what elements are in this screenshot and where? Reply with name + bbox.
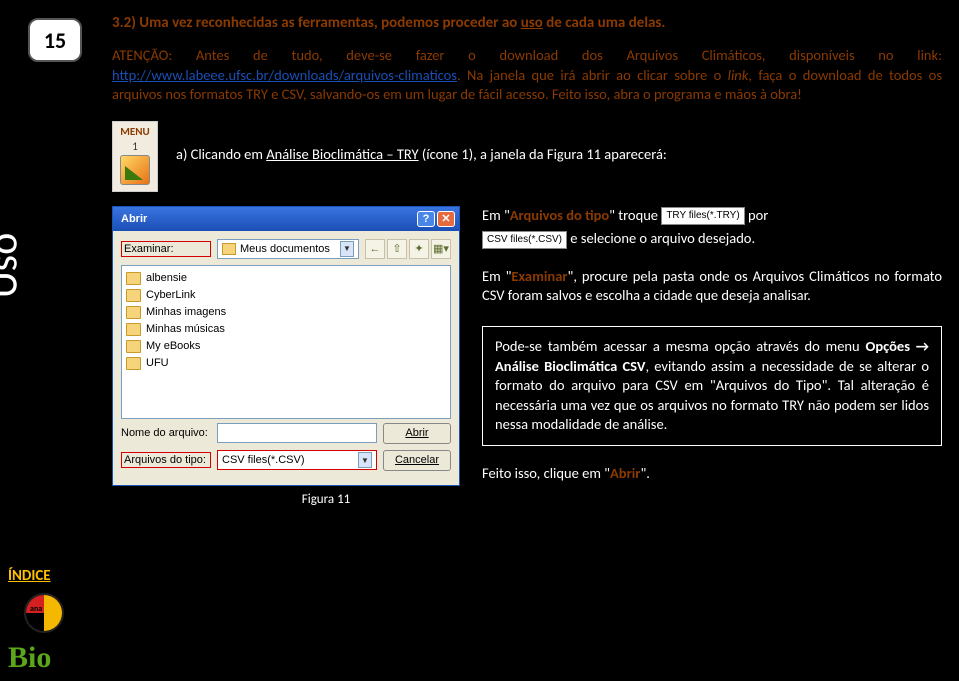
download-link[interactable]: http://www.labeee.ufsc.br/downloads/arqu…	[112, 66, 457, 84]
combo-arrow-icon[interactable]: ▼	[358, 452, 372, 468]
list-item[interactable]: UFU	[126, 355, 446, 372]
menu-text-pre: a) Clicando em	[176, 145, 266, 163]
folder-icon	[126, 272, 141, 285]
t: ".	[640, 464, 649, 482]
analysis-icon	[120, 155, 150, 185]
indice-link[interactable]: ÍNDICE	[8, 567, 51, 585]
open-file-dialog: Abrir ? ✕ Examinar: Meus documentos ▼	[112, 206, 460, 486]
t: " troque	[609, 206, 658, 224]
examinar-combo[interactable]: Meus documentos ▼	[217, 239, 359, 259]
file-name: CyberLink	[146, 289, 196, 301]
intro-t2: . Na janela que irá abrir ao clicar sobr…	[457, 66, 728, 84]
figure-caption: Figura 11	[192, 492, 460, 507]
intro-italic: link	[728, 66, 749, 84]
arquivos-do-tipo-label: Arquivos do tipo	[510, 206, 609, 224]
svg-text:ana: ana	[30, 604, 42, 614]
csv-pill: CSV files(*.CSV)	[482, 231, 567, 249]
file-name: Minhas imagens	[146, 306, 226, 318]
abrir-button[interactable]: Abrir	[383, 423, 451, 444]
bio-analysis-logo: ana ysis Bio	[6, 593, 66, 675]
t: Pode-se também acessar a mesma opção atr…	[495, 337, 866, 355]
file-name: albensie	[146, 272, 187, 284]
folder-icon	[126, 357, 141, 370]
list-item[interactable]: Minhas imagens	[126, 304, 446, 321]
folder-icon	[126, 306, 141, 319]
file-name: My eBooks	[146, 340, 200, 352]
menu-label: MENU	[113, 125, 157, 138]
filename-input[interactable]	[217, 423, 377, 443]
try-pill: TRY files(*.TRY)	[661, 207, 744, 225]
menu-text-u: Análise Bioclimática – TRY	[266, 145, 418, 163]
main-content: 3.2) Uma vez reconhecidas as ferramentas…	[112, 14, 942, 507]
dialog-body: Examinar: Meus documentos ▼ ← ⇧ ✦ ▦▾	[113, 231, 459, 485]
list-item[interactable]: albensie	[126, 270, 446, 287]
right-column: Em "Arquivos do tipo" troque TRY files(*…	[482, 206, 942, 507]
svg-text:ysis: ysis	[28, 615, 42, 626]
list-item[interactable]: Minhas músicas	[126, 321, 446, 338]
t: Feito isso, clique em "	[482, 464, 610, 482]
info-box: Pode-se também acessar a mesma opção atr…	[482, 326, 942, 446]
examinar-label: Examinar:	[121, 241, 211, 257]
section-heading: 3.2) Uma vez reconhecidas as ferramentas…	[112, 14, 942, 32]
menu-text-post: (ícone 1), a janela da Figura 11 aparece…	[419, 145, 667, 163]
intro-t1: ATENÇÃO: Antes de tudo, deve-se fazer o …	[112, 46, 942, 64]
file-name: UFU	[146, 357, 169, 369]
filetype-value: CSV files(*.CSV)	[222, 454, 354, 466]
arquivos-tipo-instruction: Em "Arquivos do tipo" troque TRY files(*…	[482, 206, 942, 226]
folder-icon	[126, 289, 141, 302]
dialog-column: Abrir ? ✕ Examinar: Meus documentos ▼	[112, 206, 460, 507]
heading-suffix: de cada uma delas.	[543, 14, 666, 32]
section-label-uso: Uso	[0, 233, 28, 299]
list-item[interactable]: My eBooks	[126, 338, 446, 355]
nome-label: Nome do arquivo:	[121, 427, 211, 439]
up-icon[interactable]: ⇧	[387, 239, 407, 259]
t: Em "	[482, 206, 510, 224]
page-number: 15	[28, 18, 82, 62]
sidebar: 15 Uso ÍNDICE ana ysis Bio	[0, 0, 100, 681]
back-icon[interactable]: ←	[365, 239, 385, 259]
tipo-label: Arquivos do tipo:	[121, 452, 211, 468]
final-instruction: Feito isso, clique em "Abrir".	[482, 464, 942, 484]
dialog-help-button[interactable]: ?	[417, 211, 435, 227]
abrir-highlight: Abrir	[610, 464, 640, 482]
menu-icon-block: MENU 1	[112, 121, 158, 192]
heading-underlined: uso	[521, 14, 543, 32]
dialog-titlebar: Abrir ? ✕	[113, 207, 459, 231]
menu-instruction: a) Clicando em Análise Bioclimática – TR…	[176, 121, 667, 163]
menu-row: MENU 1 a) Clicando em Análise Bioclimáti…	[112, 121, 942, 192]
menu-number: 1	[113, 140, 157, 153]
file-name: Minhas músicas	[146, 323, 225, 335]
folder-icon	[222, 243, 236, 255]
arquivos-tipo-instruction-2: CSV files(*.CSV) e selecione o arquivo d…	[482, 229, 942, 249]
intro-paragraph: ATENÇÃO: Antes de tudo, deve-se fazer o …	[112, 46, 942, 105]
list-item[interactable]: CyberLink	[126, 287, 446, 304]
new-folder-icon[interactable]: ✦	[409, 239, 429, 259]
folder-icon	[126, 340, 141, 353]
heading-prefix: 3.2) Uma vez reconhecidas as ferramentas…	[112, 14, 521, 32]
examinar-instruction: Em "Examinar", procure pela pasta onde o…	[482, 267, 942, 306]
folder-icon	[126, 323, 141, 336]
combo-arrow-icon[interactable]: ▼	[340, 241, 354, 257]
examinar-label-text: Examinar	[511, 267, 567, 285]
examinar-value: Meus documentos	[240, 243, 336, 255]
svg-text:Bio: Bio	[8, 641, 51, 674]
lower-columns: Abrir ? ✕ Examinar: Meus documentos ▼	[112, 206, 942, 507]
file-list[interactable]: albensie CyberLink Minhas imagens Minhas…	[121, 265, 451, 419]
t: Em "	[482, 267, 511, 285]
dialog-title-text: Abrir	[121, 213, 147, 225]
dialog-toolbar: ← ⇧ ✦ ▦▾	[365, 239, 451, 259]
dialog-close-button[interactable]: ✕	[437, 211, 455, 227]
filetype-combo[interactable]: CSV files(*.CSV) ▼	[217, 450, 377, 470]
t: e selecione o arquivo desejado.	[567, 229, 755, 247]
view-icon[interactable]: ▦▾	[431, 239, 451, 259]
t: por	[748, 206, 768, 224]
cancelar-button[interactable]: Cancelar	[383, 450, 451, 471]
